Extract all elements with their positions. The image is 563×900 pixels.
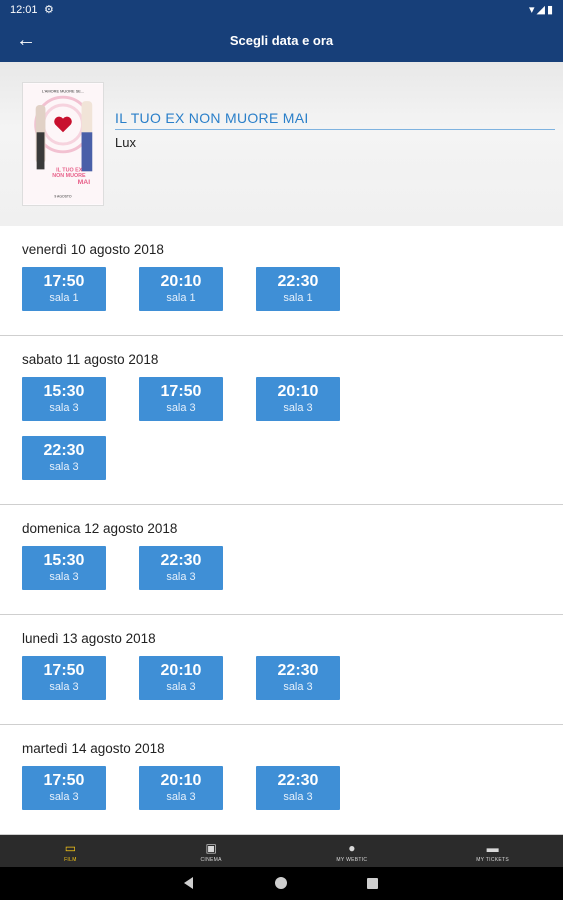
movie-title: IL TUO EX NON MUORE MAI (115, 110, 309, 126)
film-icon: ▭ (64, 841, 77, 855)
showtime-group: 15:30 sala 3 17:50 sala 3 20:10 sala 3 22:30 sa… (22, 377, 422, 495)
ticket-icon: ▬ (486, 841, 499, 855)
showtime-hall: sala 3 (166, 681, 196, 693)
showtime-hall: sala 1 (49, 292, 79, 304)
status-icons: ▾◢▮ (529, 3, 555, 16)
showtime-group: 17:50 sala 1 20:10 sala 1 22:30 sala 1 (22, 267, 422, 326)
showtime-hall: sala 3 (166, 571, 196, 583)
showtime-button[interactable]: 22:30 sala 3 (22, 436, 106, 480)
showtime-hall: sala 3 (283, 402, 313, 414)
day-label: lunedì 13 agosto 2018 (22, 631, 156, 646)
poster-image: L'AMORE MUORE SE... IL TUO EX NON MUORE … (23, 83, 103, 205)
cinema-icon: ▣ (205, 841, 217, 855)
showtime-time: 22:30 (160, 552, 202, 569)
showtime-button[interactable]: 22:30 sala 1 (256, 267, 340, 311)
gear-icon: ⚙ (44, 4, 54, 16)
day-section: martedì 14 agosto 2018 17:50 sala 3 20:10 sa… (0, 725, 563, 835)
showtime-time: 22:30 (43, 442, 85, 459)
day-label: venerdì 10 agosto 2018 (22, 242, 164, 257)
showtime-button[interactable]: 15:30 sala 3 (22, 377, 106, 421)
nav-item-label: MY WEBTIC (336, 857, 368, 863)
showtime-hall: sala 1 (283, 292, 313, 304)
showtime-hall: sala 3 (49, 791, 79, 803)
showtime-hall: sala 3 (283, 791, 313, 803)
page-title: Scegli data e ora (229, 33, 334, 48)
recents-square-icon[interactable] (367, 878, 378, 889)
showtime-button[interactable]: 20:10 sala 3 (139, 766, 223, 810)
nav-item-my-webtic[interactable]: ● MY WEBTIC (282, 835, 423, 867)
showtime-button[interactable]: 17:50 sala 3 (22, 656, 106, 700)
showtime-button[interactable]: 17:50 sala 3 (22, 766, 106, 810)
nav-item-label: CINEMA (200, 857, 222, 863)
showtime-button[interactable]: 22:30 sala 3 (256, 656, 340, 700)
showtime-hall: sala 3 (166, 791, 196, 803)
showtime-group: 17:50 sala 3 20:10 sala 3 22:30 sala 3 (22, 766, 422, 825)
showtime-time: 17:50 (43, 662, 85, 679)
nav-item-film[interactable]: ▭ FILM (0, 835, 141, 867)
showtime-time: 22:30 (277, 273, 319, 290)
status-bar: 12:01 ⚙ ▾◢▮ (0, 0, 563, 20)
showtime-time: 22:30 (277, 662, 319, 679)
showtime-hall: sala 3 (49, 571, 79, 583)
showtime-time: 20:10 (160, 662, 202, 679)
day-label: martedì 14 agosto 2018 (22, 741, 165, 756)
poster-title-line-3: MAI (78, 179, 91, 186)
poster-tagline: L'AMORE MUORE SE... (42, 88, 84, 93)
showtime-hall: sala 3 (283, 681, 313, 693)
showtime-hall: sala 3 (49, 461, 79, 473)
bottom-navigation: ▭ FILM ▣ CINEMA ● MY WEBTIC ▬ MY TICKETS (0, 835, 563, 867)
back-triangle-icon[interactable] (184, 877, 193, 889)
cinema-name: Lux (115, 135, 136, 150)
showtime-hall: sala 3 (166, 402, 196, 414)
showtime-button[interactable]: 20:10 sala 3 (139, 656, 223, 700)
showtime-time: 20:10 (160, 273, 202, 290)
showtime-button[interactable]: 15:30 sala 3 (22, 546, 106, 590)
user-icon: ● (348, 841, 356, 855)
nav-item-label: FILM (64, 857, 77, 863)
title-divider (115, 129, 555, 130)
showtime-group: 17:50 sala 3 20:10 sala 3 22:30 sala 3 (22, 656, 422, 715)
showtime-hall: sala 3 (49, 681, 79, 693)
showtime-button[interactable]: 17:50 sala 1 (22, 267, 106, 311)
showtime-time: 20:10 (160, 772, 202, 789)
showtime-time: 17:50 (43, 772, 85, 789)
nav-item-my-tickets[interactable]: ▬ MY TICKETS (422, 835, 563, 867)
showtime-time: 20:10 (277, 383, 319, 400)
day-section: lunedì 13 agosto 2018 17:50 sala 3 20:10 sal… (0, 615, 563, 725)
poster-date: 9 AGOSTO (54, 195, 72, 199)
nav-item-label: MY TICKETS (476, 857, 510, 863)
showtime-button[interactable]: 17:50 sala 3 (139, 377, 223, 421)
day-section: sabato 11 agosto 2018 15:30 sala 3 17:50 sal… (0, 336, 563, 505)
showtime-time: 15:30 (43, 383, 85, 400)
showtime-hall: sala 1 (166, 292, 196, 304)
showtime-group: 15:30 sala 3 22:30 sala 3 (22, 546, 422, 605)
movie-poster[interactable]: L'AMORE MUORE SE... IL TUO EX NON MUORE … (22, 82, 104, 206)
showtime-time: 17:50 (43, 273, 85, 290)
system-navigation-bar (0, 867, 563, 900)
home-circle-icon[interactable] (275, 877, 287, 889)
showtime-button[interactable]: 22:30 sala 3 (139, 546, 223, 590)
showtime-button[interactable]: 20:10 sala 3 (256, 377, 340, 421)
day-label: sabato 11 agosto 2018 (22, 352, 159, 367)
showtime-button[interactable]: 22:30 sala 3 (256, 766, 340, 810)
day-label: domenica 12 agosto 2018 (22, 521, 178, 536)
showtimes-list[interactable]: venerdì 10 agosto 2018 17:50 sala 1 20:10 sa… (0, 226, 563, 835)
showtime-time: 15:30 (43, 552, 85, 569)
showtime-button[interactable]: 20:10 sala 1 (139, 267, 223, 311)
status-time: 12:01 (10, 4, 38, 16)
battery-icon: ▮ (546, 4, 555, 16)
day-section: venerdì 10 agosto 2018 17:50 sala 1 20:10 sa… (0, 226, 563, 336)
movie-header: L'AMORE MUORE SE... IL TUO EX NON MUORE … (0, 62, 563, 226)
showtime-time: 17:50 (160, 383, 202, 400)
nav-item-cinema[interactable]: ▣ CINEMA (141, 835, 282, 867)
showtime-time: 22:30 (277, 772, 319, 789)
app-bar: ← Scegli data e ora (0, 20, 563, 62)
showtime-hall: sala 3 (49, 402, 79, 414)
day-section: domenica 12 agosto 2018 15:30 sala 3 22:30 s… (0, 505, 563, 615)
signal-icon: ◢ (536, 4, 547, 16)
